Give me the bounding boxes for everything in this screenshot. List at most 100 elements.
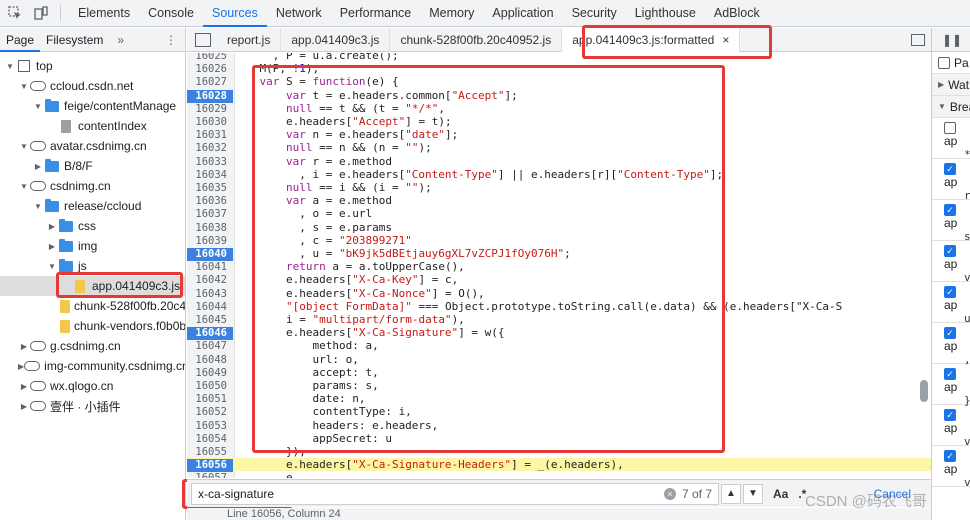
chevron-right-icon: ▶ — [938, 80, 945, 89]
tree-item[interactable]: ▼ top — [0, 56, 185, 76]
pause-on-exceptions[interactable]: Pa — [932, 52, 970, 74]
code-text: var S = function(e) { — [259, 75, 399, 89]
breakpoint-checkbox[interactable]: ✓ — [944, 409, 956, 421]
code-text: accept: t, — [233, 365, 379, 379]
breakpoint-item[interactable]: ✓ ap s — [932, 200, 970, 243]
breakpoint-file: ap — [944, 380, 958, 394]
tree-item-label: img-community.csdnimg.cn — [44, 359, 186, 373]
breakpoint-checkbox[interactable]: ✓ — [944, 204, 956, 216]
toggle-debugger-icon[interactable] — [911, 33, 925, 46]
tab-console[interactable]: Console — [139, 0, 203, 27]
editor-tab[interactable]: report.js — [217, 27, 282, 52]
tab-sources[interactable]: Sources — [202, 0, 267, 27]
close-icon[interactable]: × — [722, 33, 729, 47]
chevron-right-icon: ▶ — [48, 241, 56, 251]
cloud-icon — [30, 139, 46, 153]
tree-item-label: avatar.csdnimg.cn — [50, 139, 147, 153]
tree-item[interactable]: chunk-528f00fb.20c40952.js — [0, 296, 185, 316]
breakpoint-item[interactable]: ✓ ap v — [932, 405, 970, 448]
previous-match-button[interactable]: ▲ — [721, 483, 741, 504]
tree-item[interactable]: ▼ ccloud.csdn.net — [0, 76, 185, 96]
tree-item[interactable]: chunk-vendors.f0b0b8d2.js — [0, 316, 185, 336]
editor-tab[interactable]: app.041409c3.js:formatted × — [562, 27, 741, 52]
breakpoint-item[interactable]: ✓ ap, — [932, 323, 970, 366]
tab-security[interactable]: Security — [563, 0, 626, 27]
tree-item[interactable]: ▶ g.csdnimg.cn — [0, 336, 185, 356]
code-line: 16041 return a = a.toUpperCase(), — [187, 260, 931, 273]
frame-icon — [16, 59, 32, 73]
navigator-menu-icon[interactable]: ⋮ — [165, 33, 177, 47]
breakpoint-checkbox[interactable]: ✓ — [944, 450, 956, 462]
open-files: report.js app.041409c3.js chunk-528f00fb.2… — [217, 27, 741, 52]
tree-item[interactable]: app.041409c3.js — [0, 276, 185, 296]
editor-tab[interactable]: chunk-528f00fb.20c40952.js — [390, 27, 563, 52]
code-text: , i = e.headers["Content-Type"] || e.hea… — [233, 167, 724, 181]
device-toolbar-icon[interactable] — [30, 2, 52, 24]
breakpoint-checkbox[interactable]: ✓ — [944, 286, 956, 298]
code-text: , o = e.url — [233, 207, 373, 221]
breakpoint-file: ap — [944, 216, 958, 230]
code-text: , c = "203899271" — [233, 233, 412, 247]
editor-tab[interactable]: app.041409c3.js — [281, 27, 391, 52]
code-line: 16056 e.headers["X-Ca-Signature-Headers"… — [187, 458, 931, 473]
code-editor[interactable]: 16025 , P = u.a.create(); 16026 M(P, !1);… — [187, 53, 931, 478]
breakpoint-item[interactable]: ✓ ap u — [932, 282, 970, 325]
breakpoint-checkbox[interactable]: ✓ — [944, 163, 956, 175]
breakpoints-section[interactable]: ▼ Brea — [932, 96, 970, 118]
chevron-right-icon: ▶ — [34, 161, 42, 171]
tree-item[interactable]: ▼ avatar.csdnimg.cn — [0, 136, 185, 156]
pause-checkbox-label: Pa — [954, 55, 969, 70]
breakpoints-label: Brea — [949, 99, 970, 114]
breakpoint-item[interactable]: ✓ ap v — [932, 446, 970, 489]
toggle-navigator-icon[interactable] — [195, 32, 211, 47]
pause-checkbox[interactable] — [938, 56, 950, 69]
tree-item[interactable]: ▶ css — [0, 216, 185, 236]
breakpoint-item[interactable]: ap * — [932, 118, 970, 161]
breakpoint-item[interactable]: ✓ ap} — [932, 364, 970, 407]
tab-application[interactable]: Application — [483, 0, 562, 27]
code-text: appSecret: u — [233, 431, 392, 445]
code-line: 16028 var t = e.headers.common["Accept"]… — [187, 89, 931, 103]
match-case-button[interactable]: Aa — [773, 487, 788, 501]
tab-lighthouse[interactable]: Lighthouse — [626, 0, 705, 27]
breakpoint-item[interactable]: ✓ ap r — [932, 159, 970, 202]
tab-filesystem[interactable]: Filesystem — [40, 28, 109, 52]
breakpoint-checkbox[interactable]: ✓ — [944, 327, 956, 339]
breakpoint-checkbox[interactable]: ✓ — [944, 245, 956, 257]
watch-section[interactable]: ▶ Wat — [932, 74, 970, 96]
tree-item[interactable]: ▶ 壹伴 · 小插件 — [0, 396, 185, 416]
line-number[interactable]: 16057 — [187, 472, 233, 478]
tree-item[interactable]: ▼ js — [0, 256, 185, 276]
clear-search-icon[interactable]: × — [663, 487, 676, 500]
code-line: 16027 var S = function(e) { — [187, 75, 931, 88]
breakpoint-item[interactable]: ✓ ap v — [932, 241, 970, 284]
tab-page[interactable]: Page — [0, 28, 41, 52]
editor-scrollbar-thumb[interactable] — [920, 380, 928, 402]
tree-item[interactable]: contentIndex — [0, 116, 185, 136]
more-tabs-icon[interactable]: » — [117, 33, 124, 47]
breakpoint-checkbox[interactable] — [944, 122, 956, 134]
tab-elements[interactable]: Elements — [69, 0, 139, 27]
tab-network[interactable]: Network — [267, 0, 331, 27]
breakpoint-checkbox[interactable]: ✓ — [944, 368, 956, 380]
inspect-element-icon[interactable] — [4, 2, 26, 24]
tree-item[interactable]: ▼ csdnimg.cn — [0, 176, 185, 196]
file-navigator: Page Filesystem » ⋮ ▼ top ▼ ccloud.csdn.net… — [0, 28, 186, 520]
pause-button[interactable]: ❚❚ — [932, 28, 970, 52]
tree-item[interactable]: ▼ release/ccloud — [0, 196, 185, 216]
search-input[interactable]: x-ca-signature × 7 of 7 — [191, 482, 719, 505]
code-line: 16034 , i = e.headers["Content-Type"] ||… — [187, 168, 931, 181]
tree-item[interactable]: ▼ feige/contentManage — [0, 96, 185, 116]
code-line: 16054 appSecret: u — [187, 432, 931, 445]
tab-memory[interactable]: Memory — [420, 0, 483, 27]
code-line: 16050 params: s, — [187, 379, 931, 392]
tree-item[interactable]: ▶ img — [0, 236, 185, 256]
tree-item[interactable]: ▶ wx.qlogo.cn — [0, 376, 185, 396]
tab-adblock[interactable]: AdBlock — [705, 0, 769, 27]
next-match-button[interactable]: ▼ — [743, 483, 763, 504]
code-line: 16029 null == t && (t = "*/*", — [187, 102, 931, 115]
tab-performance[interactable]: Performance — [331, 0, 421, 27]
tree-item[interactable]: ▶ img-community.csdnimg.cn — [0, 356, 185, 376]
code-text: }), — [233, 445, 306, 458]
tree-item[interactable]: ▶ B/8/F — [0, 156, 185, 176]
